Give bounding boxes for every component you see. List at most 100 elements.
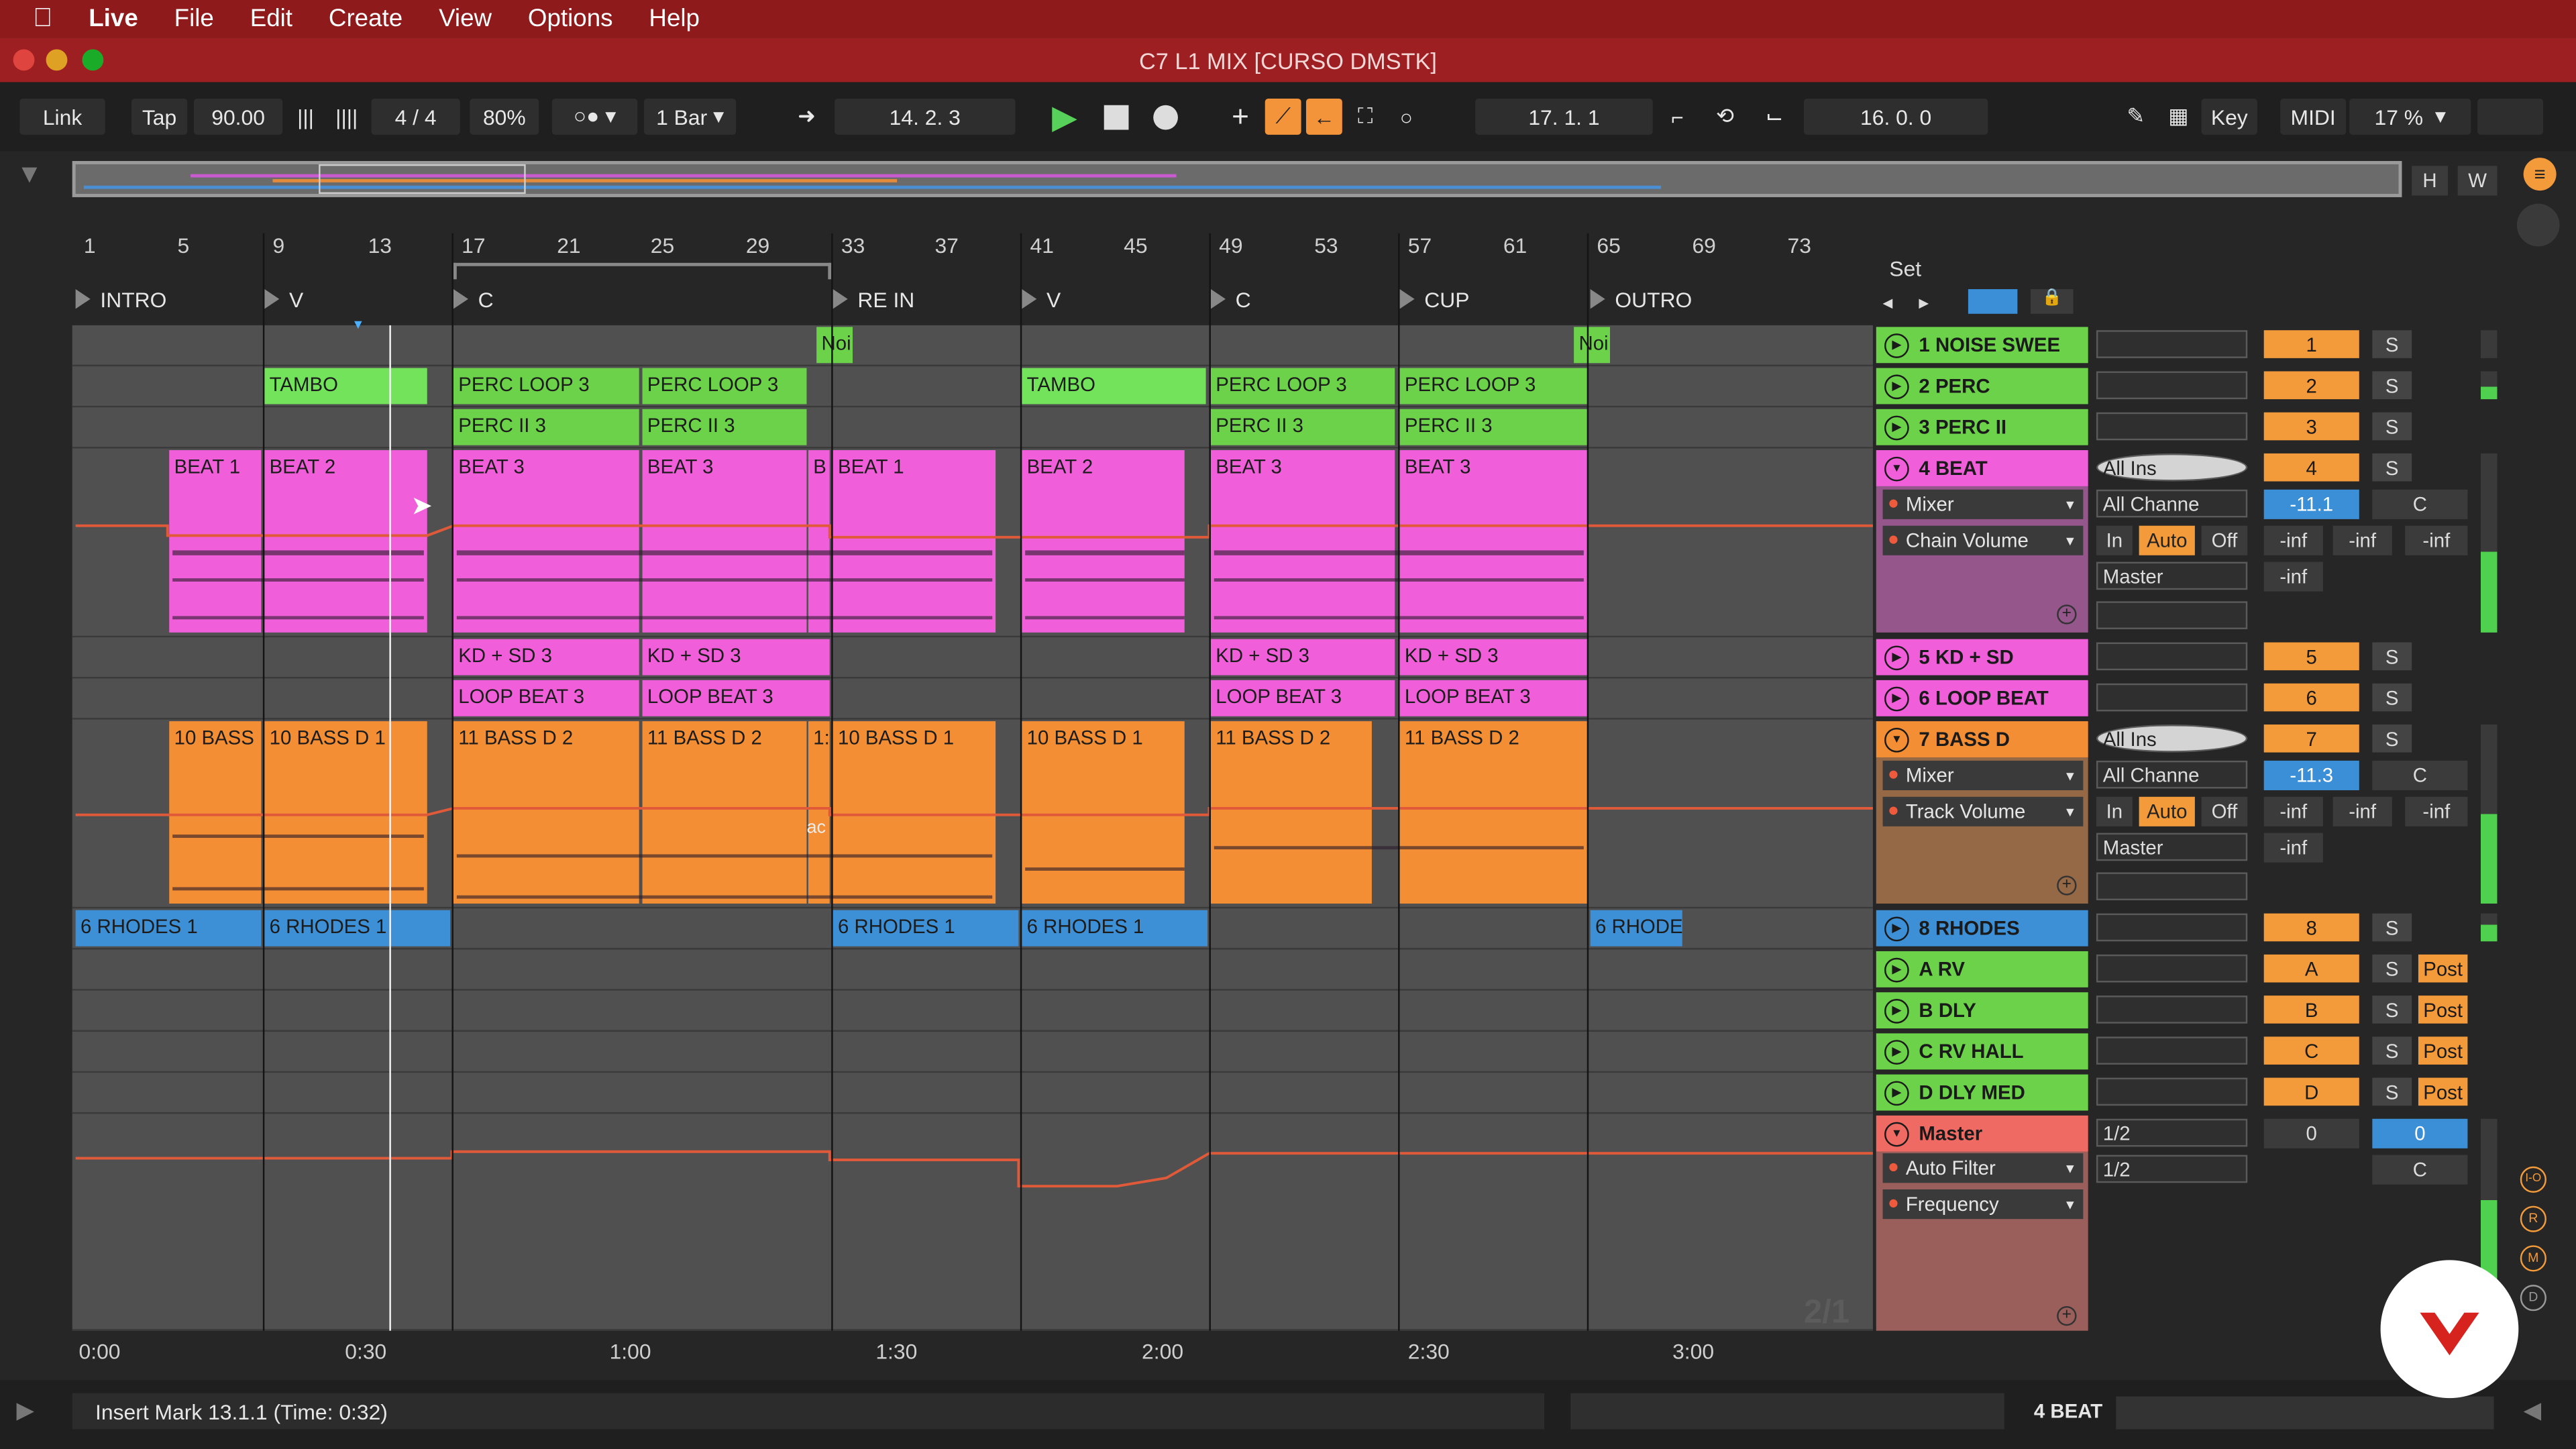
track-fold-icon[interactable]: ▶	[1884, 916, 1909, 941]
track-fold-icon[interactable]: ▶	[1884, 645, 1909, 669]
solo-button[interactable]: S	[2372, 1077, 2412, 1106]
bass-send-b[interactable]: -inf	[2332, 796, 2392, 826]
detail-toggle-icon[interactable]: ◀	[2524, 1397, 2557, 1430]
solo-button[interactable]: S	[2372, 642, 2412, 671]
solo-button[interactable]: S	[2372, 996, 2412, 1024]
solo-button[interactable]: S	[2372, 412, 2412, 441]
track-header-rhodes[interactable]: ▶ 8 RHODES	[1876, 910, 2088, 947]
track-activator[interactable]: B	[2263, 996, 2359, 1024]
track-fold-icon[interactable]: ▶	[1884, 415, 1909, 440]
beat-output-channel[interactable]	[2096, 601, 2248, 629]
track-header-a-rv[interactable]: ▶ A RV	[1876, 951, 2088, 987]
delay-toggle-button[interactable]: D	[2520, 1285, 2546, 1311]
solo-button[interactable]: S	[2372, 1036, 2412, 1065]
track-unfold-icon[interactable]: ▼	[1884, 455, 1909, 481]
track-activator[interactable]: 3	[2263, 412, 2359, 441]
solo-button[interactable]: S	[2372, 954, 2412, 983]
track-header-master[interactable]: ▼ Master	[1876, 1115, 2088, 1152]
track-header-c-rv-hall[interactable]: ▶ C RV HALL	[1876, 1033, 2088, 1070]
bass-send-c[interactable]: -inf	[2405, 796, 2468, 826]
track-activator[interactable]: 4	[2263, 453, 2359, 482]
beat-output-routing[interactable]: Master	[2096, 561, 2248, 590]
master-parameter-chooser[interactable]: Frequency	[1882, 1189, 2084, 1220]
track-activator[interactable]: 7	[2263, 724, 2359, 753]
monitor-auto-button[interactable]: Auto	[2139, 796, 2195, 826]
track-activator[interactable]: A	[2263, 954, 2359, 983]
beat-send-b[interactable]: -inf	[2332, 525, 2392, 555]
input-field[interactable]	[2096, 683, 2248, 712]
monitor-in-button[interactable]: In	[2096, 525, 2133, 555]
cue-volume-field[interactable]: 0	[2372, 1118, 2468, 1148]
track-header-loop-beat[interactable]: ▶ 6 LOOP BEAT	[1876, 680, 2088, 716]
track-fold-icon[interactable]: ▶	[1884, 1080, 1909, 1105]
beat-parameter-chooser[interactable]: Chain Volume	[1882, 525, 2084, 555]
track-activator[interactable]: 6	[2263, 683, 2359, 712]
solo-button[interactable]: S	[2372, 330, 2412, 358]
bass-parameter-chooser[interactable]: Track Volume	[1882, 796, 2084, 826]
add-automation-lane-icon[interactable]: +	[2057, 875, 2077, 896]
solo-button[interactable]: S	[2372, 371, 2412, 400]
track-header-bass-d[interactable]: ▼ 7 BASS D	[1876, 721, 2088, 757]
monitor-in-button[interactable]: In	[2096, 796, 2133, 826]
monitor-off-button[interactable]: Off	[2201, 796, 2248, 826]
beat-device-chooser[interactable]: Mixer	[1882, 489, 2084, 519]
bass-output-routing[interactable]: Master	[2096, 833, 2248, 861]
device-chain-thumbnail[interactable]	[2116, 1396, 2494, 1430]
track-header-kd-sd[interactable]: ▶ 5 KD + SD	[1876, 639, 2088, 676]
solo-button[interactable]: S	[2372, 683, 2412, 712]
track-fold-icon[interactable]: ▶	[1884, 998, 1909, 1023]
track-header-perc-ii[interactable]: ▶ 3 PERC II	[1876, 409, 2088, 445]
track-activator[interactable]: 1	[2263, 330, 2359, 358]
track-header-perc[interactable]: ▶ 2 PERC	[1876, 368, 2088, 405]
input-field[interactable]	[2096, 996, 2248, 1024]
track-activator[interactable]: 8	[2263, 913, 2359, 942]
master-output-routing[interactable]: 1/2	[2096, 1118, 2248, 1147]
solo-button[interactable]: S	[2372, 453, 2412, 482]
input-field[interactable]	[2096, 913, 2248, 942]
mixer-toggle-button[interactable]: M	[2520, 1245, 2546, 1272]
bass-output-channel[interactable]	[2096, 872, 2248, 901]
track-header-beat[interactable]: ▼ 4 BEAT	[1876, 450, 2088, 486]
bass-send-a[interactable]: -inf	[2263, 796, 2323, 826]
track-activator[interactable]: 2	[2263, 371, 2359, 400]
add-automation-lane-icon[interactable]: +	[2057, 1305, 2077, 1326]
track-fold-icon[interactable]: ▶	[1884, 686, 1909, 711]
input-field[interactable]	[2096, 371, 2248, 400]
beat-pan-field[interactable]: C	[2372, 489, 2468, 519]
time-ruler[interactable]	[72, 1334, 1873, 1367]
beat-input-type[interactable]: All Ins	[2096, 453, 2248, 482]
track-fold-icon[interactable]: ▶	[1884, 1038, 1909, 1064]
track-fold-icon[interactable]: ▶	[1884, 957, 1909, 982]
solo-button[interactable]: S	[2372, 724, 2412, 753]
bass-device-chooser[interactable]: Mixer	[1882, 760, 2084, 790]
track-activator[interactable]: 5	[2263, 642, 2359, 671]
input-field[interactable]	[2096, 412, 2248, 441]
beat-send-c[interactable]: -inf	[2405, 525, 2468, 555]
beat-send-a[interactable]: -inf	[2263, 525, 2323, 555]
bass-volume-field[interactable]: -11.3	[2263, 760, 2359, 790]
post-button[interactable]: Post	[2418, 954, 2468, 983]
track-activator[interactable]: D	[2263, 1077, 2359, 1106]
input-field[interactable]	[2096, 954, 2248, 983]
master-pan-field[interactable]: C	[2372, 1155, 2468, 1185]
track-unfold-icon[interactable]: ▼	[1884, 1121, 1909, 1146]
post-button[interactable]: Post	[2418, 1077, 2468, 1106]
track-fold-icon[interactable]: ▶	[1884, 374, 1909, 398]
input-field[interactable]	[2096, 330, 2248, 358]
input-field[interactable]	[2096, 1036, 2248, 1065]
track-unfold-icon[interactable]: ▼	[1884, 727, 1909, 752]
input-field[interactable]	[2096, 642, 2248, 671]
track-activator[interactable]: C	[2263, 1036, 2359, 1065]
input-field[interactable]	[2096, 1077, 2248, 1106]
track-fold-icon[interactable]: ▶	[1884, 332, 1909, 358]
track-header-noise-swee[interactable]: ▶ 1 NOISE SWEE	[1876, 327, 2088, 364]
master-device-chooser[interactable]: Auto Filter	[1882, 1153, 2084, 1183]
bass-input-channel[interactable]: All Channe	[2096, 760, 2248, 789]
solo-button[interactable]: S	[2372, 913, 2412, 942]
info-toggle-icon[interactable]: ▶	[16, 1397, 56, 1430]
bass-pan-field[interactable]: C	[2372, 760, 2468, 790]
add-automation-lane-icon[interactable]: +	[2057, 604, 2077, 625]
io-toggle-button[interactable]: I-O	[2520, 1166, 2546, 1193]
master-output-channel[interactable]: 1/2	[2096, 1155, 2248, 1183]
returns-toggle-button[interactable]: R	[2520, 1205, 2546, 1232]
